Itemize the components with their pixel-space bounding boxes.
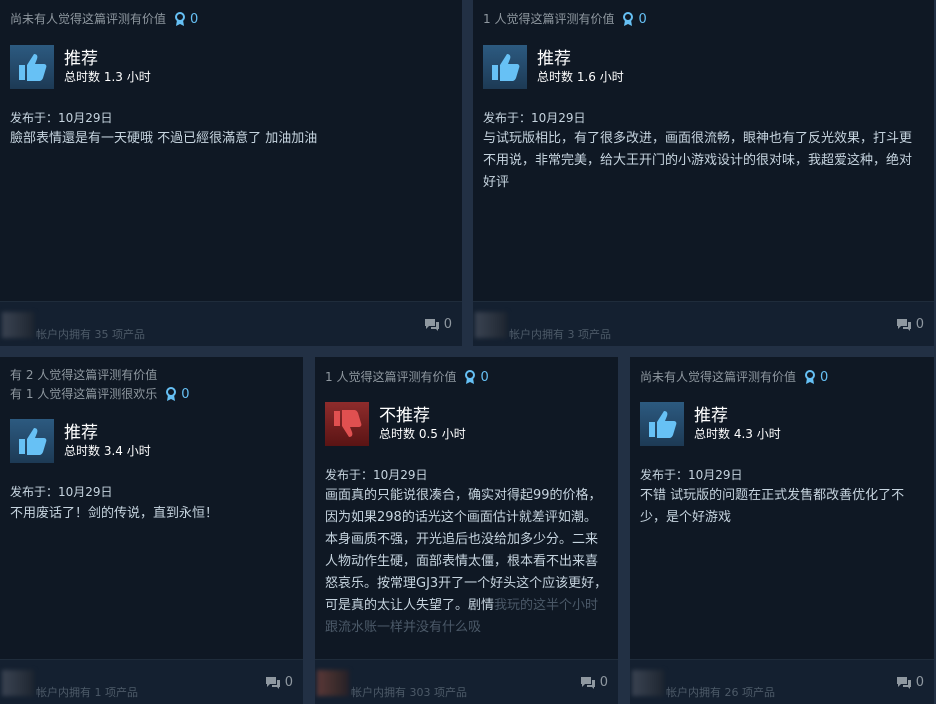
award-icon — [175, 12, 186, 26]
avatar[interactable] — [475, 312, 507, 338]
thumbs-up-icon — [10, 419, 54, 463]
verdict-title: 推荐 — [537, 48, 571, 69]
posted-date: 发布于：10月29日 — [325, 468, 428, 482]
comment-icon — [896, 318, 911, 331]
review-footer: 帐户内拥有 26 项产品 0 — [630, 659, 934, 704]
review-verdict[interactable]: 不推荐 总时数 0.5 小时 — [325, 402, 466, 446]
verdict-title: 推荐 — [64, 422, 98, 443]
review-card: 有 2 人觉得这篇评测有价值 有 1 人觉得这篇评测很欢乐 0 推荐 总时数 3… — [0, 357, 303, 704]
review-footer: 帐户内拥有 3 项产品 0 — [473, 301, 934, 346]
review-card: 1 人觉得这篇评测有价值 0 不推荐 总时数 0.5 小时 发布于：10月29日… — [315, 357, 618, 704]
comment-icon — [265, 676, 280, 689]
comment-count: 0 — [443, 317, 452, 332]
products-owned: 帐户内拥有 35 项产品 — [36, 328, 145, 341]
products-owned: 帐户内拥有 303 项产品 — [351, 686, 467, 699]
verdict-title: 推荐 — [694, 405, 728, 426]
comment-icon — [424, 318, 439, 331]
review-text: 不错 试玩版的问题在正式发售都改善优化了不少，是个好游戏 — [640, 488, 905, 525]
playtime: 总时数 1.6 小时 — [537, 69, 624, 84]
award-count: 0 — [820, 370, 829, 385]
avatar[interactable] — [2, 312, 34, 338]
comments-button[interactable]: 0 — [424, 317, 452, 332]
award-button[interactable]: 0 — [165, 385, 190, 404]
helpful-summary: 尚未有人觉得这篇评测有价值 0 — [10, 10, 198, 29]
award-icon — [465, 370, 476, 384]
review-verdict[interactable]: 推荐 总时数 4.3 小时 — [640, 402, 781, 446]
playtime: 总时数 1.3 小时 — [64, 69, 151, 84]
products-owned: 帐户内拥有 26 项产品 — [666, 686, 775, 699]
review-card: 尚未有人觉得这篇评测有价值 0 推荐 总时数 1.3 小时 发布于：10月29日… — [0, 0, 462, 346]
review-text: 画面真的只能说很凑合，确实对得起99的价格，因为如果298的话光这个画面估计就差… — [325, 485, 608, 640]
review-verdict[interactable]: 推荐 总时数 3.4 小时 — [10, 419, 151, 463]
funny-summary: 有 1 人觉得这篇评测很欢乐 0 — [10, 385, 190, 404]
playtime: 总时数 0.5 小时 — [379, 426, 466, 441]
funny-text: 有 1 人觉得这篇评测很欢乐 — [10, 387, 158, 401]
award-icon — [623, 12, 634, 26]
review-text: 与试玩版相比，有了很多改进，画面很流畅，眼神也有了反光效果，打斗更不用说，非常完… — [483, 131, 913, 190]
award-count: 0 — [181, 387, 190, 402]
products-owned: 帐户内拥有 1 项产品 — [36, 686, 138, 699]
review-text-visible: 画面真的只能说很凑合，确实对得起99的价格，因为如果298的话光这个画面估计就差… — [325, 488, 608, 613]
award-count: 0 — [190, 12, 199, 27]
playtime: 总时数 3.4 小时 — [64, 443, 151, 458]
avatar[interactable] — [632, 670, 664, 696]
award-count: 0 — [480, 370, 489, 385]
review-card: 尚未有人觉得这篇评测有价值 0 推荐 总时数 4.3 小时 发布于：10月29日… — [630, 357, 934, 704]
comments-button[interactable]: 0 — [896, 317, 924, 332]
comment-count: 0 — [284, 675, 293, 690]
award-button[interactable]: 0 — [174, 10, 198, 29]
award-icon — [166, 387, 177, 401]
review-footer: 帐户内拥有 1 项产品 0 — [0, 659, 303, 704]
award-button[interactable]: 0 — [622, 10, 647, 29]
helpful-summary: 尚未有人觉得这篇评测有价值 0 — [640, 368, 828, 387]
posted-date: 发布于：10月29日 — [10, 111, 113, 125]
comment-icon — [580, 676, 595, 689]
award-button[interactable]: 0 — [464, 368, 489, 387]
comment-count: 0 — [915, 675, 924, 690]
playtime: 总时数 4.3 小时 — [694, 426, 781, 441]
helpful-text: 1 人觉得这篇评测有价值 — [483, 12, 615, 26]
review-footer: 帐户内拥有 303 项产品 0 — [315, 659, 618, 704]
comment-count: 0 — [599, 675, 608, 690]
helpful-summary: 1 人觉得这篇评测有价值 0 — [483, 10, 647, 29]
review-verdict[interactable]: 推荐 总时数 1.3 小时 — [10, 45, 151, 89]
thumbs-down-icon — [325, 402, 369, 446]
helpful-text: 尚未有人觉得这篇评测有价值 — [640, 370, 797, 384]
award-button[interactable]: 0 — [804, 368, 828, 387]
comment-count: 0 — [915, 317, 924, 332]
review-verdict[interactable]: 推荐 总时数 1.6 小时 — [483, 45, 624, 89]
thumbs-up-icon — [640, 402, 684, 446]
verdict-title: 不推荐 — [379, 405, 430, 426]
comment-icon — [896, 676, 911, 689]
review-card: 1 人觉得这篇评测有价值 0 推荐 总时数 1.6 小时 发布于：10月29日 … — [473, 0, 934, 346]
comments-button[interactable]: 0 — [265, 675, 293, 690]
helpful-text: 1 人觉得这篇评测有价值 — [325, 370, 457, 384]
award-icon — [805, 370, 816, 384]
avatar[interactable] — [2, 670, 34, 696]
posted-date: 发布于：10月29日 — [483, 111, 586, 125]
review-footer: 帐户内拥有 35 项产品 0 — [0, 301, 462, 346]
award-count: 0 — [638, 12, 647, 27]
posted-date: 发布于：10月29日 — [640, 468, 743, 482]
comments-button[interactable]: 0 — [580, 675, 608, 690]
comments-button[interactable]: 0 — [896, 675, 924, 690]
posted-date: 发布于：10月29日 — [10, 485, 113, 499]
verdict-title: 推荐 — [64, 48, 98, 69]
products-owned: 帐户内拥有 3 项产品 — [509, 328, 611, 341]
helpful-text: 尚未有人觉得这篇评测有价值 — [10, 12, 167, 26]
helpful-text: 有 2 人觉得这篇评测有价值 — [10, 368, 158, 382]
review-text: 臉部表情還是有一天硬哦 不過已經很滿意了 加油加油 — [10, 131, 318, 146]
avatar[interactable] — [317, 670, 349, 696]
thumbs-up-icon — [483, 45, 527, 89]
helpful-summary: 有 2 人觉得这篇评测有价值 有 1 人觉得这篇评测很欢乐 0 — [10, 366, 190, 404]
review-text: 不用废话了！剑的传说，直到永恒！ — [10, 506, 219, 521]
thumbs-up-icon — [10, 45, 54, 89]
helpful-summary: 1 人觉得这篇评测有价值 0 — [325, 368, 489, 387]
